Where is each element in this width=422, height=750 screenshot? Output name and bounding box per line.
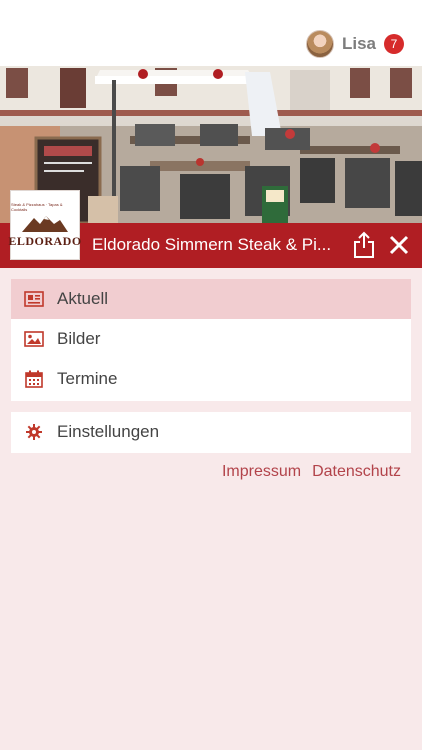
notification-badge[interactable]: 7 xyxy=(384,34,404,54)
footer-links: Impressum Datenschutz xyxy=(222,463,401,481)
main-menu: Aktuell Bilder Termine xyxy=(11,279,411,401)
image-icon xyxy=(24,329,44,349)
close-icon xyxy=(389,235,409,255)
menu-item-termine[interactable]: Termine xyxy=(11,359,411,399)
avatar[interactable] xyxy=(305,30,334,58)
menu-item-einstellungen[interactable]: Einstellungen xyxy=(11,412,411,452)
newspaper-icon xyxy=(24,289,44,309)
place-title: Eldorado Simmern Steak & Pi... xyxy=(92,235,332,254)
share-icon xyxy=(354,231,374,258)
logo-tagline: Steak & Pizzahaus · Tapas & Cocktails xyxy=(11,201,63,212)
menu-item-label: Aktuell xyxy=(57,289,109,308)
calendar-icon xyxy=(24,369,44,389)
settings-menu: Einstellungen xyxy=(11,412,411,453)
menu-item-aktuell[interactable]: Aktuell xyxy=(11,279,411,319)
close-button[interactable] xyxy=(388,234,410,256)
user-profile[interactable]: Lisa 7 xyxy=(305,30,404,58)
logo-wordmark: ELDORADO xyxy=(8,233,82,248)
impressum-link[interactable]: Impressum xyxy=(222,463,301,481)
menu-item-label: Termine xyxy=(57,369,118,388)
menu-item-bilder[interactable]: Bilder xyxy=(11,319,411,359)
gear-icon xyxy=(24,422,44,442)
mountain-logo-icon xyxy=(22,215,68,232)
user-name[interactable]: Lisa xyxy=(342,34,376,54)
menu-item-label: Einstellungen xyxy=(57,422,160,441)
restaurant-logo: Steak & Pizzahaus · Tapas & Cocktails EL… xyxy=(8,190,82,260)
menu-item-label: Bilder xyxy=(57,329,101,348)
datenschutz-link[interactable]: Datenschutz xyxy=(312,463,401,481)
top-bar: Lisa 7 xyxy=(0,0,422,66)
share-button[interactable] xyxy=(351,231,377,259)
